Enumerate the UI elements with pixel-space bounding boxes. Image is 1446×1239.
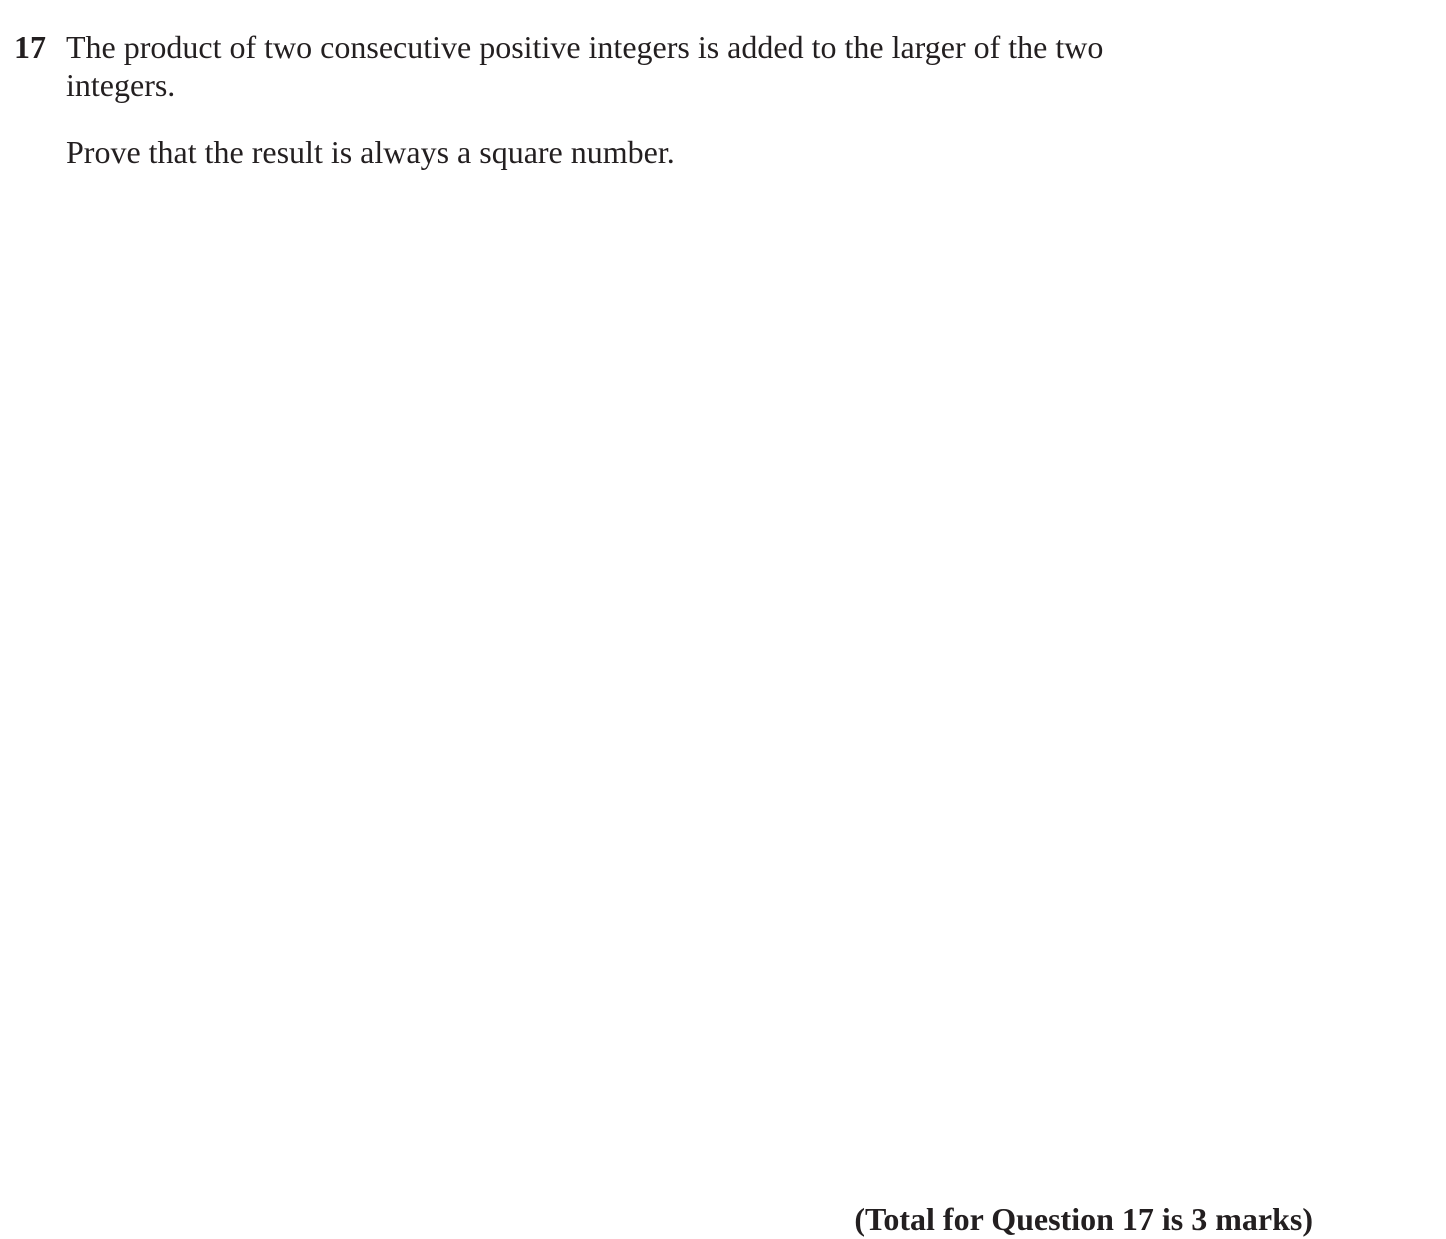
question-prompt: Prove that the result is always a square… [66, 134, 675, 170]
question-stem: The product of two consecutive positive … [66, 29, 1104, 103]
question-total-marks: (Total for Question 17 is 3 marks) [854, 1201, 1313, 1237]
question-17: 17 The product of two consecutive positi… [0, 0, 1446, 1239]
question-number: 17 [14, 29, 46, 65]
answer-space[interactable] [66, 190, 1366, 1180]
